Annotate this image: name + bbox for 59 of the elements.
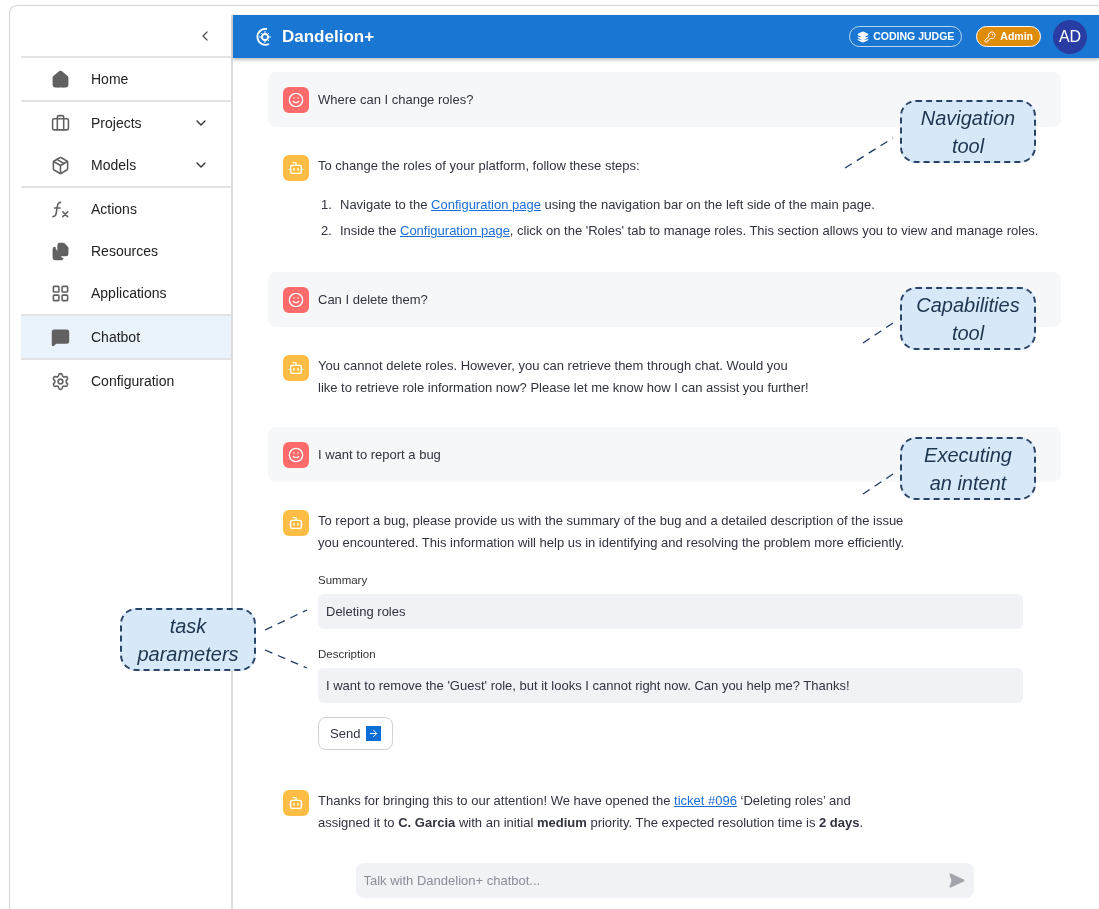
user-avatar[interactable]: AD [1053, 19, 1087, 54]
user-avatar-icon [283, 441, 309, 468]
message-text: Where can I change roles? [318, 90, 474, 109]
files-icon [51, 241, 70, 261]
link[interactable]: ticket #096 [674, 793, 737, 808]
leader-line [862, 473, 894, 495]
message-text: I want to report a bug [318, 445, 441, 464]
step-number: 1. [320, 196, 333, 215]
user-avatar-icon [283, 86, 309, 113]
settings-icon [51, 371, 70, 391]
sidebar-item[interactable]: Resources [21, 230, 231, 272]
home-icon [51, 69, 70, 89]
step-text: Navigate to the Configuration page using the navigation bar on the left side of the main page. [340, 196, 875, 215]
bot-avatar-icon [283, 155, 309, 181]
box-icon [51, 155, 70, 175]
sidebar-item[interactable]: Configuration [21, 360, 231, 402]
layers-icon [857, 30, 870, 43]
message-text: To report a bug, please provide us with the summary of the bug and a detailed description of the issue [318, 512, 905, 530]
sidebar-item[interactable]: Actions [21, 188, 231, 230]
sidebar-item[interactable]: Home [21, 58, 231, 100]
step-number: 2. [320, 222, 333, 241]
leader-line [264, 609, 308, 631]
text-field[interactable]: I want to remove the 'Guest' role, but it looks I cannot right now. Can you help me? Thanks! [318, 668, 1023, 703]
briefcase-icon [51, 113, 70, 133]
sidebar-item[interactable]: Models [21, 144, 231, 186]
grid-icon [51, 283, 70, 303]
step-text: Inside the Configuration page, click on the 'Roles' tab to manage roles. This section allows you to view and manage roles. [340, 222, 1039, 241]
sidebar-item[interactable]: Applications [21, 272, 231, 314]
chat-input[interactable]: Talk with Dandelion+ chatbot... [355, 863, 974, 898]
user-avatar-icon [283, 286, 309, 313]
sidebar-item[interactable]: Chatbot [21, 316, 231, 358]
field-label: Description [318, 647, 377, 662]
message-text: To change the roles of your platform, follow these steps: [318, 157, 641, 175]
callout: task parameters [120, 608, 256, 671]
bot-avatar-icon [283, 790, 309, 816]
callout: Navigation tool [900, 100, 1036, 163]
leader-line [264, 649, 308, 669]
sidebar-item[interactable]: Projects [21, 102, 231, 144]
link[interactable]: Configuration page [431, 197, 541, 213]
bot-avatar-icon [283, 510, 309, 536]
bot-avatar-icon [283, 355, 309, 381]
message-text: You cannot delete roles. However, you can retrieve them through chat. Would you [318, 357, 789, 375]
callout: Executing an intent [900, 437, 1036, 500]
leader-line [862, 322, 894, 344]
message-text: Can I delete them? [318, 290, 428, 309]
link[interactable]: Configuration page [400, 223, 510, 239]
chat-icon [51, 327, 70, 347]
send-button[interactable]: Send [318, 717, 394, 750]
field-label: Summary [318, 573, 369, 588]
function-icon [51, 199, 70, 219]
app-title: Dandelion+ [282, 25, 375, 48]
text-field[interactable]: Deleting roles [318, 594, 1023, 629]
logo-icon [254, 25, 274, 48]
message-text: you encountered. This information will help us in identifying and resolving the problem more efficiently. [318, 534, 906, 552]
callout: Capabilities tool [900, 287, 1036, 350]
message-text: like to retrieve role information now? Please let me know how I can assist you further! [318, 379, 810, 397]
key-icon [984, 30, 997, 43]
message-text: Thanks for bringing this to our attention! We have opened the ticket #096 ‘Deleting roles’ and [318, 792, 852, 810]
message-text: assigned it to C. Garcia with an initial medium priority. The expected resolution time is 2 days. [318, 814, 865, 832]
